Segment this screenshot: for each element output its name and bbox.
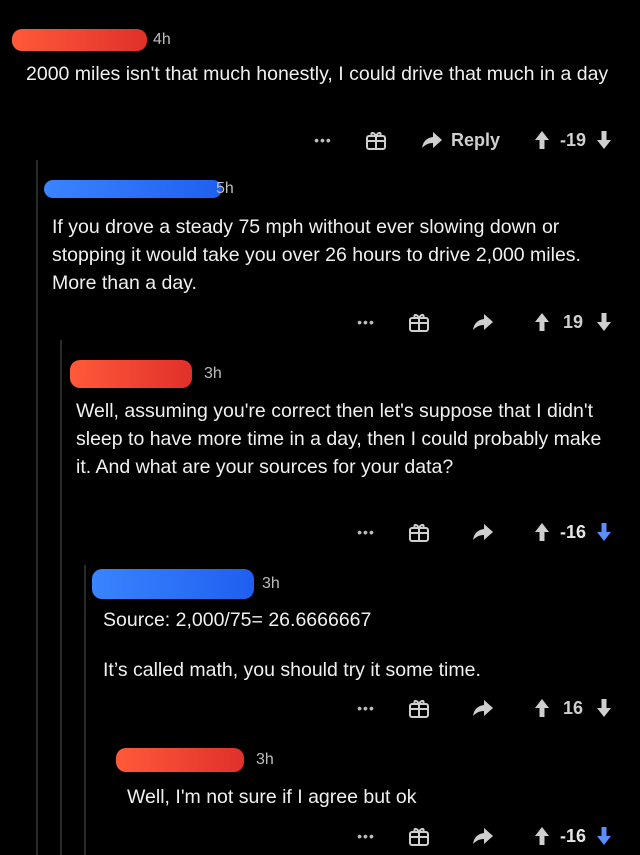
dots-icon: ••• [357, 828, 375, 844]
vote-score: 19 [562, 311, 584, 332]
upvote-button[interactable] [534, 522, 550, 542]
upvote-button[interactable] [534, 826, 550, 846]
gift-icon [409, 828, 429, 846]
reply-button[interactable] [472, 313, 494, 331]
reply-button[interactable] [472, 699, 494, 717]
award-button[interactable] [408, 311, 430, 333]
comment-time: 3h [256, 751, 274, 768]
award-button[interactable] [408, 521, 430, 543]
gift-icon [409, 700, 429, 718]
up-arrow-icon [535, 699, 549, 717]
downvote-button[interactable] [596, 698, 612, 718]
more-options-button[interactable]: ••• [354, 828, 378, 844]
comment-body: Well, I'm not sure if I agree but ok [127, 786, 417, 808]
vote-score: -16 [559, 521, 586, 542]
reply-button[interactable] [472, 827, 494, 845]
upvote-button[interactable] [534, 698, 550, 718]
more-options-button[interactable]: ••• [354, 314, 378, 330]
downvote-button[interactable] [596, 312, 612, 332]
reply-button[interactable] [472, 523, 494, 541]
reply-arrow-icon [473, 314, 493, 330]
redacted-username [70, 360, 192, 388]
redacted-username [12, 29, 147, 51]
comment-time: 5h [216, 180, 234, 197]
vote-score: -19 [559, 129, 586, 150]
vote-score: -16 [559, 825, 586, 846]
reply-arrow-icon [473, 828, 493, 844]
more-options-button[interactable]: ••• [354, 524, 378, 540]
gift-icon [365, 132, 386, 150]
downvote-button[interactable] [596, 522, 612, 542]
award-button[interactable] [365, 129, 387, 151]
downvote-button[interactable] [596, 826, 612, 846]
comment-time: 3h [262, 575, 280, 592]
downvote-button[interactable] [596, 130, 612, 150]
comment-actions: ••• 16 [354, 694, 612, 722]
down-arrow-icon [597, 131, 611, 149]
upvote-button[interactable] [534, 130, 550, 150]
thread-line [60, 340, 62, 855]
more-options-button[interactable]: ••• [354, 700, 378, 716]
comment-actions: ••• -16 [354, 518, 612, 546]
comment-meta: 4h [12, 28, 171, 52]
comment-body: Source: 2,000/75= 26.6666667 It’s called… [103, 609, 481, 681]
down-arrow-icon [597, 313, 611, 331]
gift-icon [409, 314, 429, 332]
down-arrow-icon [597, 699, 611, 717]
thread-line [84, 565, 86, 855]
down-arrow-icon [597, 523, 611, 541]
down-arrow-icon [597, 827, 611, 845]
up-arrow-icon [535, 827, 549, 845]
comment-time: 3h [204, 365, 222, 382]
comment-time: 4h [153, 31, 171, 48]
vote-score: 16 [562, 697, 584, 718]
comment-actions: ••• -16 [354, 822, 612, 850]
comment-meta: 3h [70, 360, 222, 388]
award-button[interactable] [408, 697, 430, 719]
more-options-button[interactable]: ••• [311, 132, 335, 148]
up-arrow-icon [535, 131, 549, 149]
comment-actions: ••• Reply -19 [311, 126, 612, 154]
comment-meta: 5h [44, 177, 234, 201]
upvote-button[interactable] [534, 312, 550, 332]
up-arrow-icon [535, 313, 549, 331]
thread-line [36, 160, 38, 855]
reply-arrow-icon [421, 132, 442, 148]
dots-icon: ••• [357, 524, 375, 540]
reply-arrow-icon [473, 524, 493, 540]
redacted-username [116, 748, 244, 772]
redacted-username [44, 180, 222, 198]
reply-arrow-icon [473, 700, 493, 716]
reply-label: Reply [450, 129, 500, 150]
up-arrow-icon [535, 523, 549, 541]
gift-icon [409, 524, 429, 542]
dots-icon: ••• [357, 314, 375, 330]
comment-meta: 3h [116, 748, 274, 772]
comment-body: If you drove a steady 75 mph without eve… [52, 216, 581, 294]
comment-meta: 3h [92, 569, 280, 599]
comment-body: Well, assuming you're correct then let's… [76, 400, 602, 478]
dots-icon: ••• [357, 700, 375, 716]
dots-icon: ••• [314, 132, 332, 148]
reply-button[interactable]: Reply [421, 130, 500, 151]
comment-body: 2000 miles isn't that much honestly, I c… [26, 63, 609, 85]
redacted-username [92, 569, 254, 599]
award-button[interactable] [408, 825, 430, 847]
comment-actions: ••• 19 [354, 308, 612, 336]
